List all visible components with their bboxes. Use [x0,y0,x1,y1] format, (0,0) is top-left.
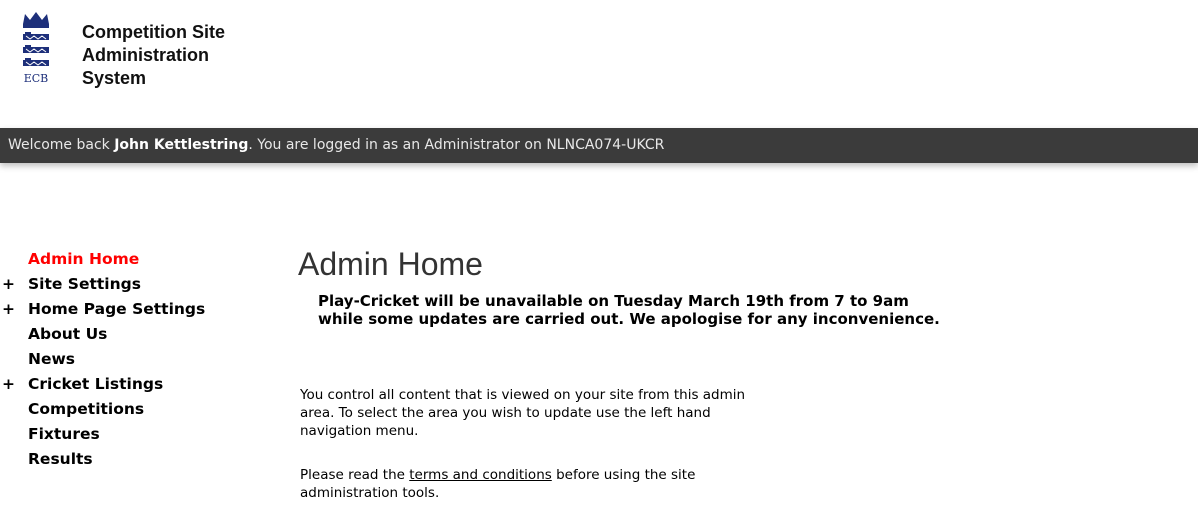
page-title: Admin Home [298,246,483,282]
sidebar-item-label: Cricket Listings [28,375,164,393]
welcome-bar: Welcome back John Kettlestring. You are … [0,128,1198,163]
sidebar-item-results[interactable]: Results [0,447,270,472]
sidebar-item-site-settings[interactable]: + Site Settings [0,272,270,297]
maintenance-notice: Play-Cricket will be unavailable on Tues… [318,292,940,328]
expand-plus-icon: + [2,300,15,318]
sidebar-item-label: Fixtures [28,425,100,443]
sidebar-item-label: Results [28,450,93,468]
terms-and-conditions-link[interactable]: terms and conditions [409,467,552,483]
sidebar-item-competitions[interactable]: Competitions [0,397,270,422]
sidebar-item-admin-home[interactable]: Admin Home [0,247,270,272]
intro-line: area. To select the area you wish to upd… [300,405,711,421]
welcome-suffix: . You are logged in as an Administrator … [248,137,665,153]
sidebar-nav: Admin Home + Site Settings + Home Page Set… [0,247,270,472]
intro-line: You control all content that is viewed o… [300,387,746,403]
app-title: Competition Site Administration System [82,21,225,90]
sidebar-item-label: News [28,350,76,368]
welcome-user: John Kettlestring [114,137,249,153]
intro-text: You control all content that is viewed o… [300,386,820,440]
sidebar-item-label: Site Settings [28,275,141,293]
expand-plus-icon: + [2,375,15,393]
ecb-logo: ECB [20,10,52,108]
sidebar-item-news[interactable]: News [0,347,270,372]
app-title-line: System [82,68,147,88]
sidebar-item-cricket-listings[interactable]: + Cricket Listings [0,372,270,397]
app-title-line: Competition Site [82,22,225,42]
logo-text: ECB [24,72,49,85]
intro-line: navigation menu. [300,423,419,439]
terms-text: Please read the terms and conditions bef… [300,466,695,502]
sidebar-item-about-us[interactable]: About Us [0,322,270,347]
notice-line: Play-Cricket will be unavailable on Tues… [318,292,909,310]
sidebar-item-label: Home Page Settings [28,300,206,318]
notice-line: while some updates are carried out. We a… [318,310,940,328]
app-title-line: Administration [82,45,210,65]
terms-before: Please read the [300,467,410,483]
sidebar-item-label: Competitions [28,400,145,418]
welcome-prefix: Welcome back [8,137,115,153]
sidebar-item-home-page-settings[interactable]: + Home Page Settings [0,297,270,322]
sidebar-item-label: About Us [28,325,108,343]
terms-line-2: administration tools. [300,485,440,501]
expand-plus-icon: + [2,275,15,293]
sidebar-item-fixtures[interactable]: Fixtures [0,422,270,447]
sidebar-item-label: Admin Home [28,250,140,268]
terms-after: before using the site [551,467,696,483]
